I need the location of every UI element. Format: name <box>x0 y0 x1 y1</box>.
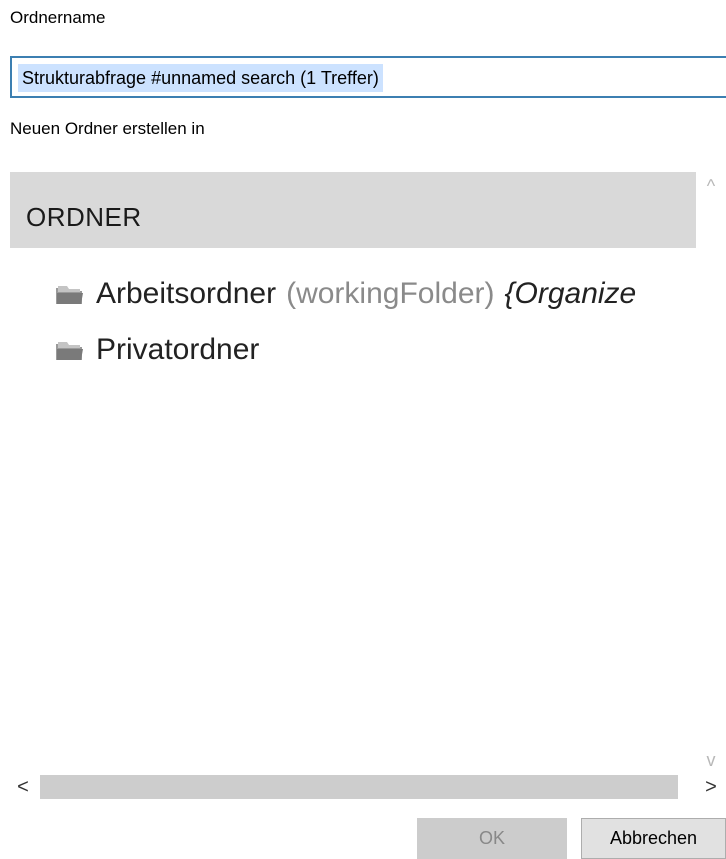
tree-item-id: (workingFolder) <box>286 277 495 310</box>
scroll-left-icon[interactable]: < <box>10 774 36 800</box>
horizontal-scroll-thumb[interactable] <box>40 775 678 799</box>
folder-name-label: Ordnername <box>10 8 106 27</box>
scroll-right-icon[interactable]: > <box>698 774 724 800</box>
tree-item-arbeitsordner[interactable]: Arbeitsordner (workingFolder) {Organize <box>54 274 636 314</box>
folder-icon <box>56 342 83 360</box>
tree-item-label: Privatordner <box>96 333 260 366</box>
folder-tree[interactable]: ORDNER Arbeitsordner (workingFolder) {Or… <box>10 172 696 766</box>
tree-item-privatordner[interactable]: Privatordner <box>54 330 259 370</box>
tree-header-label: ORDNER <box>26 202 142 232</box>
tree-header[interactable]: ORDNER <box>10 172 696 248</box>
scroll-down-icon[interactable]: v <box>696 750 726 771</box>
folder-name-input[interactable]: Strukturabfrage #unnamed search (1 Treff… <box>10 56 726 98</box>
vertical-scrollbar[interactable]: ^ v <box>696 172 726 778</box>
horizontal-scrollbar[interactable]: < > <box>10 774 726 800</box>
cancel-button[interactable]: Abbrechen <box>581 818 726 859</box>
tree-item-label: Arbeitsordner <box>96 277 277 310</box>
ok-button[interactable]: OK <box>417 818 567 859</box>
create-in-label: Neuen Ordner erstellen in <box>10 119 205 138</box>
scroll-up-icon[interactable]: ^ <box>696 176 726 197</box>
folder-name-value[interactable]: Strukturabfrage #unnamed search (1 Treff… <box>18 64 383 92</box>
folder-icon <box>56 286 83 304</box>
tree-item-extra: {Organize <box>504 277 637 310</box>
